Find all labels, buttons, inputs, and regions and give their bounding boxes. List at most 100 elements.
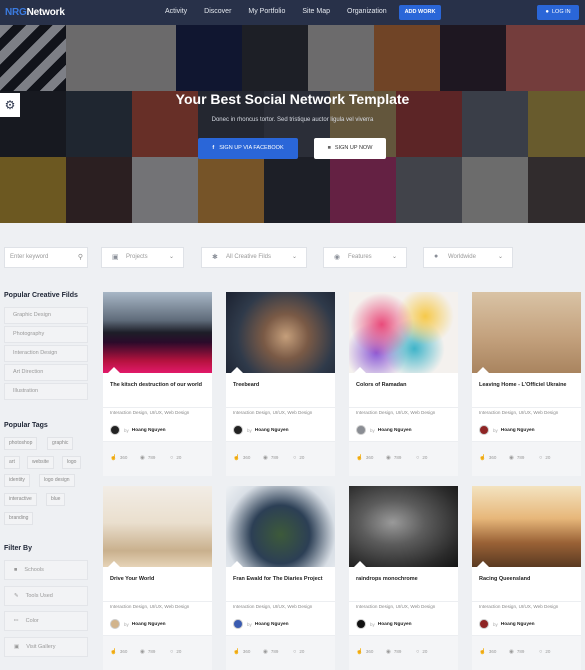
- features-dropdown-label: Features: [348, 254, 372, 260]
- project-thumbnail[interactable]: [103, 486, 212, 567]
- card-notch: [108, 561, 120, 567]
- project-card[interactable]: Drive Your World Interaction Design, UI/…: [103, 486, 212, 670]
- nav-link-organization[interactable]: Organization: [347, 8, 387, 15]
- project-title[interactable]: Colors of Ramadan: [356, 381, 454, 390]
- project-thumbnail[interactable]: [226, 486, 335, 567]
- tag-item[interactable]: identity: [4, 474, 30, 487]
- tag-item[interactable]: art: [4, 456, 20, 469]
- filter-tools-used[interactable]: ✎ Tools Used: [4, 586, 88, 606]
- comments-stat[interactable]: ○ 20: [170, 455, 181, 461]
- project-card[interactable]: Fran Ewald for The Diaries Project Inter…: [226, 486, 335, 670]
- author-name[interactable]: Hoang Nguyen: [378, 622, 412, 627]
- likes-stat[interactable]: ☝ 360: [356, 649, 373, 655]
- tag-item[interactable]: interactive: [4, 493, 37, 506]
- features-dropdown[interactable]: ◉ Features ⌄: [323, 247, 407, 268]
- views-stat: ◉ 789: [263, 649, 278, 655]
- project-title[interactable]: Leaving Home - L'Officiel Ukraine: [479, 381, 577, 390]
- author-name[interactable]: Hoang Nguyen: [378, 428, 412, 433]
- project-card[interactable]: Leaving Home - L'Officiel Ukraine Intera…: [472, 292, 581, 476]
- projects-dropdown[interactable]: ▣ Projects ⌄: [101, 247, 184, 268]
- nav-link-activity[interactable]: Activity: [165, 8, 187, 15]
- project-thumbnail[interactable]: [103, 292, 212, 373]
- author-name[interactable]: Hoang Nguyen: [501, 622, 535, 627]
- comments-stat[interactable]: ○ 20: [539, 649, 550, 655]
- project-title[interactable]: Fran Ewald for The Diaries Project: [233, 575, 331, 584]
- project-title[interactable]: raindrops monochrome: [356, 575, 454, 584]
- project-thumbnail[interactable]: [226, 292, 335, 373]
- avatar[interactable]: [233, 619, 243, 629]
- creative-fields-dropdown[interactable]: ✱ All Creative Filds ⌄: [201, 247, 307, 268]
- avatar[interactable]: [110, 619, 120, 629]
- comments-stat[interactable]: ○ 20: [416, 649, 427, 655]
- logo[interactable]: NRGNetwork: [5, 7, 65, 18]
- project-card[interactable]: raindrops monochrome Interaction Design,…: [349, 486, 458, 670]
- views-count: 789: [147, 649, 156, 654]
- comments-stat[interactable]: ○ 20: [416, 455, 427, 461]
- tag-item[interactable]: photoshop: [4, 437, 38, 450]
- search-icon[interactable]: ⚲: [78, 253, 83, 261]
- project-card[interactable]: Colors of Ramadan Interaction Design, UI…: [349, 292, 458, 476]
- comments-stat[interactable]: ○ 20: [293, 455, 304, 461]
- card-stats: ☝ 360 ◉ 789 ○ 20: [103, 441, 212, 476]
- author-name[interactable]: Hoang Nguyen: [501, 428, 535, 433]
- creative-item-illustration[interactable]: Illustration: [4, 383, 88, 400]
- likes-stat[interactable]: ☝ 360: [356, 455, 373, 461]
- nav-link-discover[interactable]: Discover: [204, 8, 231, 15]
- add-work-button[interactable]: ADD WORK: [399, 5, 441, 20]
- filter-color[interactable]: ✏ Color: [4, 611, 88, 631]
- project-thumbnail[interactable]: [349, 486, 458, 567]
- avatar[interactable]: [233, 425, 243, 435]
- nav-link-sitemap[interactable]: Site Map: [302, 8, 330, 15]
- likes-stat[interactable]: ☝ 360: [233, 649, 250, 655]
- tag-item[interactable]: website: [27, 456, 54, 469]
- comments-count: 20: [299, 455, 305, 460]
- school-icon: ■: [14, 567, 18, 573]
- project-thumbnail[interactable]: [349, 292, 458, 373]
- filter-schools[interactable]: ■ Schools: [4, 560, 88, 580]
- nav-link-portfolio[interactable]: My Portfolio: [248, 8, 285, 15]
- project-title[interactable]: Racing Queensland: [479, 575, 577, 584]
- creative-item-photography[interactable]: Photography: [4, 326, 88, 343]
- creative-item-interaction-design[interactable]: Interaction Design: [4, 345, 88, 362]
- search-input[interactable]: Enter keyword ⚲: [4, 247, 88, 268]
- facebook-signup-button[interactable]: f SIGN UP VIA FACEBOOK: [198, 138, 298, 159]
- likes-stat[interactable]: ☝ 360: [110, 649, 127, 655]
- likes-stat[interactable]: ☝ 360: [110, 455, 127, 461]
- settings-gear-button[interactable]: ⚙: [0, 93, 20, 117]
- likes-count: 360: [365, 455, 374, 460]
- signup-button[interactable]: ■ SIGN UP NOW: [314, 138, 386, 159]
- filter-visit-gallery[interactable]: ▣ Visit Gallery: [4, 637, 88, 657]
- login-button[interactable]: ● LOG IN: [537, 5, 579, 20]
- project-thumbnail[interactable]: [472, 292, 581, 373]
- avatar[interactable]: [356, 619, 366, 629]
- author-name[interactable]: Hoang Nguyen: [132, 622, 166, 627]
- likes-stat[interactable]: ☝ 360: [479, 455, 496, 461]
- author-name[interactable]: Hoang Nguyen: [255, 428, 289, 433]
- comments-stat[interactable]: ○ 20: [539, 455, 550, 461]
- worldwide-dropdown[interactable]: ● Worldwide ⌄: [423, 247, 513, 268]
- avatar[interactable]: [110, 425, 120, 435]
- tag-item[interactable]: blue: [46, 493, 66, 506]
- author-name[interactable]: Hoang Nguyen: [132, 428, 166, 433]
- comments-stat[interactable]: ○ 20: [170, 649, 181, 655]
- project-thumbnail[interactable]: [472, 486, 581, 567]
- project-title[interactable]: Drive Your World: [110, 575, 208, 584]
- author-name[interactable]: Hoang Nguyen: [255, 622, 289, 627]
- avatar[interactable]: [479, 425, 489, 435]
- project-card[interactable]: Racing Queensland Interaction Design, UI…: [472, 486, 581, 670]
- project-title[interactable]: The kitsch destruction of our world: [110, 381, 208, 390]
- tag-item[interactable]: branding: [4, 512, 34, 525]
- avatar[interactable]: [479, 619, 489, 629]
- likes-stat[interactable]: ☝ 360: [233, 455, 250, 461]
- likes-stat[interactable]: ☝ 360: [479, 649, 496, 655]
- comments-stat[interactable]: ○ 20: [293, 649, 304, 655]
- tag-item[interactable]: logo: [62, 456, 82, 469]
- tag-item[interactable]: logo design: [39, 474, 75, 487]
- creative-item-art-direction[interactable]: Art Direction: [4, 364, 88, 381]
- avatar[interactable]: [356, 425, 366, 435]
- creative-item-graphic-design[interactable]: Graphic Design: [4, 307, 88, 324]
- project-card[interactable]: The kitsch destruction of our world Inte…: [103, 292, 212, 476]
- project-title[interactable]: Treebeard: [233, 381, 331, 390]
- tag-item[interactable]: graphic: [47, 437, 74, 450]
- project-card[interactable]: Treebeard Interaction Design, UI/UX, Web…: [226, 292, 335, 476]
